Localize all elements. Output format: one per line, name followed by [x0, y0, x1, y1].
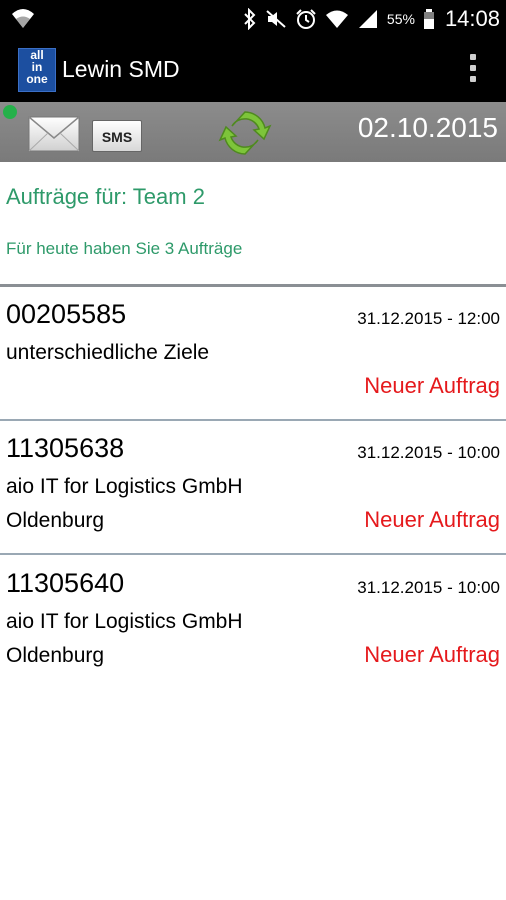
- current-date: 02.10.2015: [357, 112, 498, 143]
- order-customer: unterschiedliche Ziele: [6, 341, 210, 364]
- clock: 14:08: [444, 6, 500, 31]
- order-number: 00205585: [6, 299, 127, 329]
- order-list-item[interactable]: 11305640 31.12.2015 - 10:00 aio IT for L…: [0, 556, 506, 690]
- mail-icon[interactable]: [28, 116, 80, 152]
- order-customer: aio IT for Logistics GmbH: [6, 610, 243, 633]
- order-list-item[interactable]: 00205585 31.12.2015 - 12:00 unterschiedl…: [0, 287, 506, 421]
- wifi-notification-icon: [12, 9, 34, 28]
- order-city: Oldenburg: [6, 644, 105, 667]
- bluetooth-icon: [244, 8, 256, 30]
- alarm-icon: [296, 9, 316, 29]
- order-status: Neuer Auftrag: [364, 642, 500, 667]
- app-title: Lewin SMD: [62, 56, 180, 82]
- order-status: Neuer Auftrag: [364, 373, 500, 398]
- order-number: 11305640: [6, 568, 125, 598]
- signal-icon: [358, 10, 377, 28]
- sms-button[interactable]: SMS: [92, 120, 142, 152]
- team-heading: Aufträge für: Team 2: [6, 184, 205, 209]
- order-datetime: 31.12.2015 - 12:00: [357, 309, 500, 328]
- toolbar: SMS 02.10.2015: [0, 102, 506, 162]
- action-bar: all in one Lewin SMD: [0, 38, 506, 102]
- connection-status-indicator: [3, 105, 17, 119]
- app-logo: all in one: [18, 48, 56, 92]
- order-status: Neuer Auftrag: [364, 507, 500, 532]
- order-list-item[interactable]: 11305638 31.12.2015 - 10:00 aio IT for L…: [0, 421, 506, 555]
- battery-icon: [423, 9, 434, 29]
- status-bar: 55% 14:08: [0, 0, 506, 38]
- order-customer: aio IT for Logistics GmbH: [6, 475, 243, 498]
- mute-icon: [266, 10, 286, 28]
- sync-icon[interactable]: [218, 106, 272, 160]
- notification-area: [10, 6, 36, 35]
- order-datetime: 31.12.2015 - 10:00: [357, 443, 500, 462]
- order-city: Oldenburg: [6, 509, 105, 532]
- order-datetime: 31.12.2015 - 10:00: [357, 578, 500, 597]
- order-number: 11305638: [6, 433, 125, 463]
- wifi-icon: [325, 10, 348, 28]
- order-count-info: Für heute haben Sie 3 Aufträge: [6, 239, 243, 258]
- battery-percent: 55%: [386, 11, 415, 27]
- overflow-menu-icon[interactable]: [470, 54, 478, 86]
